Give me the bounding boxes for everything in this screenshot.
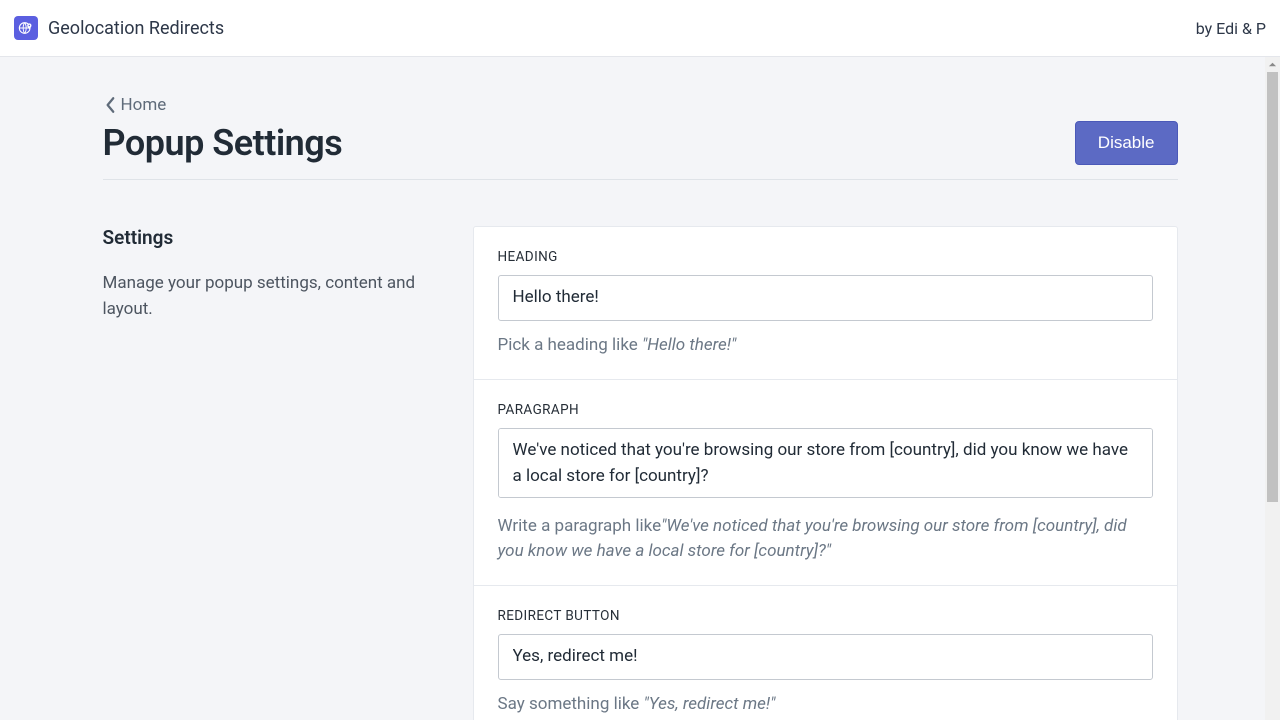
scrollbar-thumb[interactable] (1267, 72, 1278, 502)
scroll-area: Home Popup Settings Disable Settings Man… (0, 57, 1280, 720)
heading-help-example: "Hello there!" (642, 335, 736, 355)
byline: by Edi & P (1196, 19, 1266, 38)
card-heading: HEADING Pick a heading like "Hello there… (473, 226, 1178, 380)
paragraph-help: Write a paragraph like"We've noticed tha… (498, 514, 1153, 563)
settings-cards: HEADING Pick a heading like "Hello there… (473, 226, 1178, 720)
page-header: Popup Settings Disable (103, 121, 1178, 180)
topbar-left: Geolocation Redirects (14, 16, 224, 40)
heading-input[interactable] (498, 275, 1153, 321)
redirect-button-help-pre: Say something like (498, 694, 644, 714)
paragraph-label: PARAGRAPH (498, 402, 1153, 418)
redirect-button-input[interactable] (498, 634, 1153, 680)
redirect-button-help: Say something like "Yes, redirect me!" (498, 692, 1153, 717)
globe-location-icon (18, 20, 34, 36)
app-icon (14, 16, 38, 40)
caret-up-icon (1268, 60, 1277, 69)
disable-button[interactable]: Disable (1075, 121, 1178, 165)
viewport: Home Popup Settings Disable Settings Man… (0, 57, 1280, 720)
scrollbar-arrow-up[interactable] (1265, 57, 1280, 72)
redirect-button-label: REDIRECT BUTTON (498, 608, 1153, 624)
heading-help: Pick a heading like "Hello there!" (498, 333, 1153, 358)
scrollbar-track[interactable] (1265, 57, 1280, 720)
layout: Settings Manage your popup settings, con… (103, 226, 1178, 720)
sidebar-title: Settings (103, 226, 443, 249)
sidebar-description: Manage your popup settings, content and … (103, 271, 443, 322)
topbar: Geolocation Redirects by Edi & P (0, 0, 1280, 57)
paragraph-input[interactable] (498, 428, 1153, 498)
card-paragraph: PARAGRAPH Write a paragraph like"We've n… (473, 379, 1178, 586)
card-redirect-button: REDIRECT BUTTON Say something like "Yes,… (473, 585, 1178, 720)
heading-help-pre: Pick a heading like (498, 335, 643, 355)
page-title: Popup Settings (103, 122, 343, 164)
app-title: Geolocation Redirects (48, 18, 224, 39)
sidebar: Settings Manage your popup settings, con… (103, 226, 443, 720)
chevron-left-icon (105, 96, 117, 114)
paragraph-help-pre: Write a paragraph like (498, 516, 662, 536)
redirect-button-help-example: "Yes, redirect me!" (644, 694, 776, 714)
breadcrumb-label: Home (121, 95, 167, 115)
page: Home Popup Settings Disable Settings Man… (103, 57, 1178, 720)
breadcrumb-home[interactable]: Home (103, 95, 167, 117)
heading-label: HEADING (498, 249, 1153, 265)
